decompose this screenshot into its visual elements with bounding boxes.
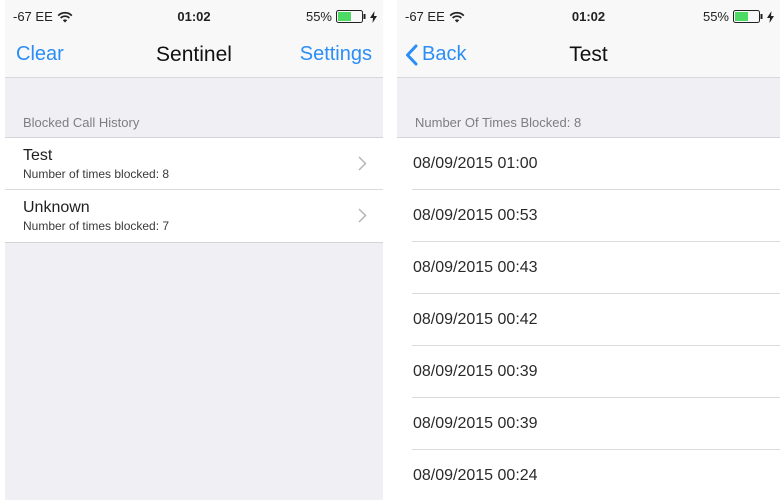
contact-name: Test	[23, 147, 53, 164]
list-item[interactable]: 08/09/2015 00:53	[397, 190, 780, 242]
settings-button[interactable]: Settings	[300, 43, 372, 66]
chevron-right-icon	[358, 156, 367, 171]
status-bar: -67 EE 01:02 55%	[5, 0, 383, 34]
section-header: Blocked Call History	[5, 78, 383, 138]
list-item[interactable]: 08/09/2015 00:39	[397, 346, 780, 398]
list-item[interactable]: 08/09/2015 00:39	[397, 398, 780, 450]
blocked-timestamp: 08/09/2015 00:53	[413, 207, 538, 224]
list-item[interactable]: 08/09/2015 00:42	[397, 294, 780, 346]
charging-bolt-icon	[767, 10, 774, 23]
page-title: Test	[569, 43, 608, 66]
blocked-timestamp: 08/09/2015 00:43	[413, 259, 538, 276]
status-bar: -67 EE 01:02 55%	[397, 0, 780, 34]
blocked-timestamp: 08/09/2015 01:00	[413, 155, 538, 172]
blocked-timestamp: 08/09/2015 00:39	[413, 363, 538, 380]
blocked-call-list: Test Number of times blocked: 8 Unknown …	[5, 138, 383, 243]
blocked-times-list: 08/09/2015 01:00 08/09/2015 00:53 08/09/…	[397, 138, 780, 500]
list-item[interactable]: 08/09/2015 00:24	[397, 450, 780, 500]
list-item[interactable]: 08/09/2015 00:43	[397, 242, 780, 294]
list-item[interactable]: Test Number of times blocked: 8	[5, 138, 383, 190]
navigation-bar: Clear Sentinel Settings	[5, 34, 383, 78]
section-header-label: Number Of Times Blocked: 8	[415, 115, 582, 130]
chevron-right-icon	[358, 208, 367, 223]
section-header: Number Of Times Blocked: 8	[397, 78, 780, 138]
blocked-timestamp: 08/09/2015 00:24	[413, 467, 538, 484]
list-item[interactable]: 08/09/2015 01:00	[397, 138, 780, 190]
battery-percent: 55%	[305, 9, 332, 24]
sentinel-screen: -67 EE 01:02 55% Clear Sentinel Settings	[5, 0, 383, 500]
test-detail-screen: -67 EE 01:02 55% Back Test Number Of Tim…	[397, 0, 780, 500]
blocked-count: Number of times blocked: 8	[23, 167, 170, 181]
navigation-bar: Back Test	[397, 34, 780, 78]
blocked-count: Number of times blocked: 7	[23, 219, 170, 233]
battery-icon	[733, 10, 763, 23]
blocked-timestamp: 08/09/2015 00:39	[413, 415, 538, 432]
charging-bolt-icon	[370, 10, 377, 23]
battery-icon	[336, 10, 366, 23]
contact-name: Unknown	[23, 199, 90, 216]
section-header-label: Blocked Call History	[23, 115, 140, 130]
battery-percent: 55%	[702, 9, 729, 24]
blocked-timestamp: 08/09/2015 00:42	[413, 311, 538, 328]
list-item[interactable]: Unknown Number of times blocked: 7	[5, 190, 383, 242]
